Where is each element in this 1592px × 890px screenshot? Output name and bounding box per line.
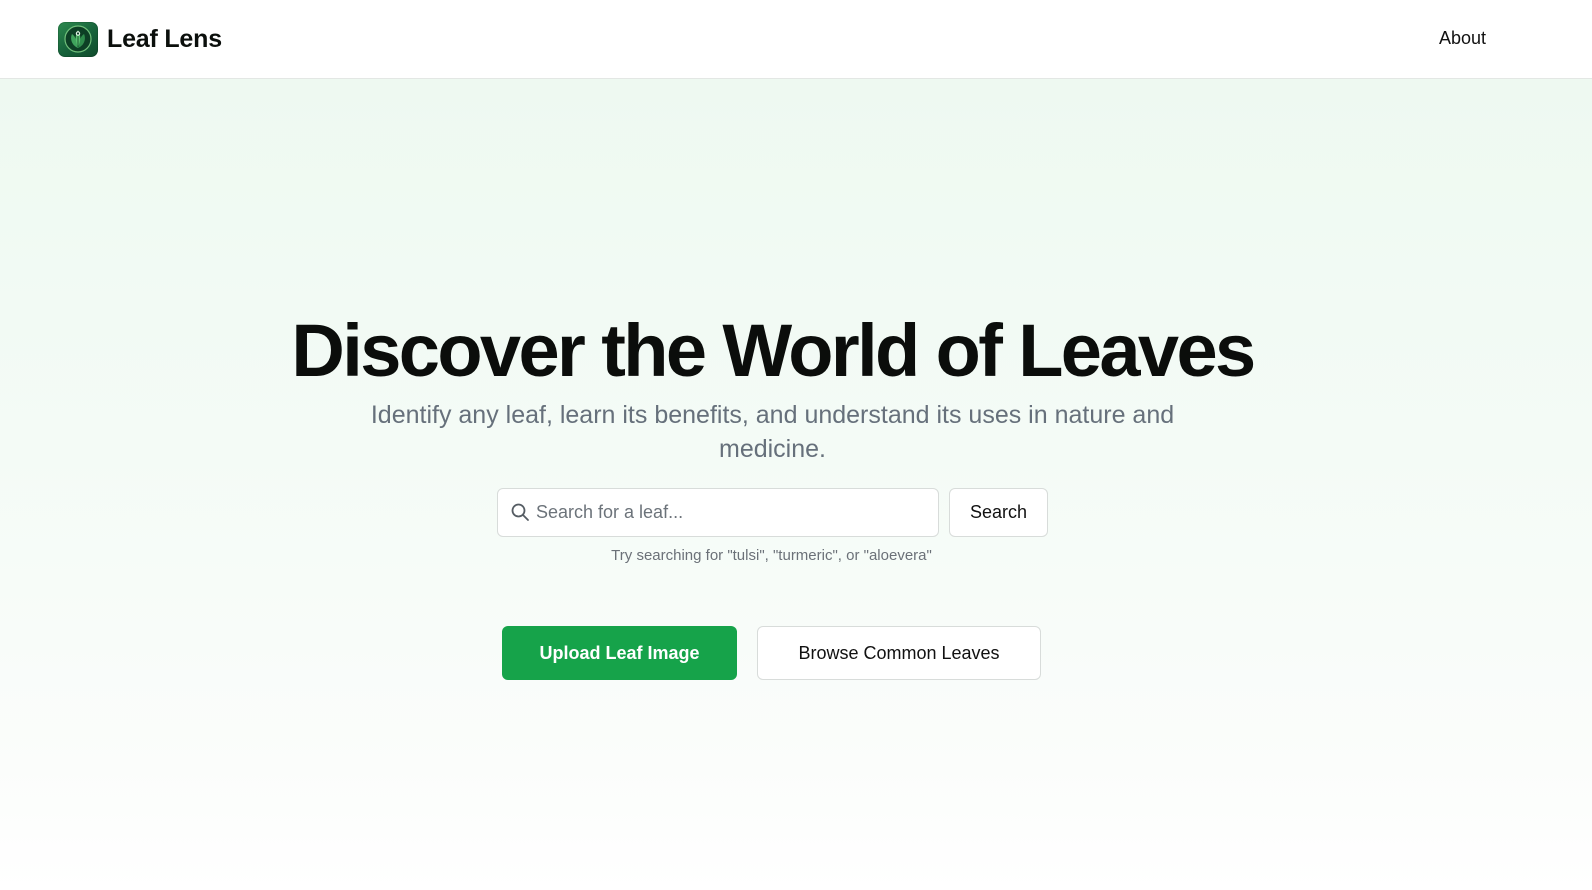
search-button[interactable]: Search xyxy=(949,488,1048,537)
browse-common-leaves-button[interactable]: Browse Common Leaves xyxy=(757,626,1041,680)
search-hint: Try searching for "tulsi", "turmeric", o… xyxy=(611,547,932,564)
page: Leaf Lens About Discover the World of Le… xyxy=(0,0,1592,890)
brand-name: Leaf Lens xyxy=(107,24,222,53)
hero-title: Discover the World of Leaves xyxy=(291,309,1256,392)
leaf-logo-icon xyxy=(58,21,98,57)
search-icon xyxy=(510,502,530,522)
hero-section: Discover the World of Leaves Identify an… xyxy=(0,79,1592,890)
top-navbar: Leaf Lens About xyxy=(0,0,1592,79)
hero-subtitle: Identify any leaf, learn its benefits, a… xyxy=(370,401,1175,463)
upload-leaf-image-button[interactable]: Upload Leaf Image xyxy=(502,626,737,680)
search-input[interactable] xyxy=(536,489,932,536)
brand-home-link[interactable]: Leaf Lens xyxy=(58,21,222,57)
search-bar xyxy=(497,488,939,537)
nav-link-about[interactable]: About xyxy=(1439,28,1486,49)
